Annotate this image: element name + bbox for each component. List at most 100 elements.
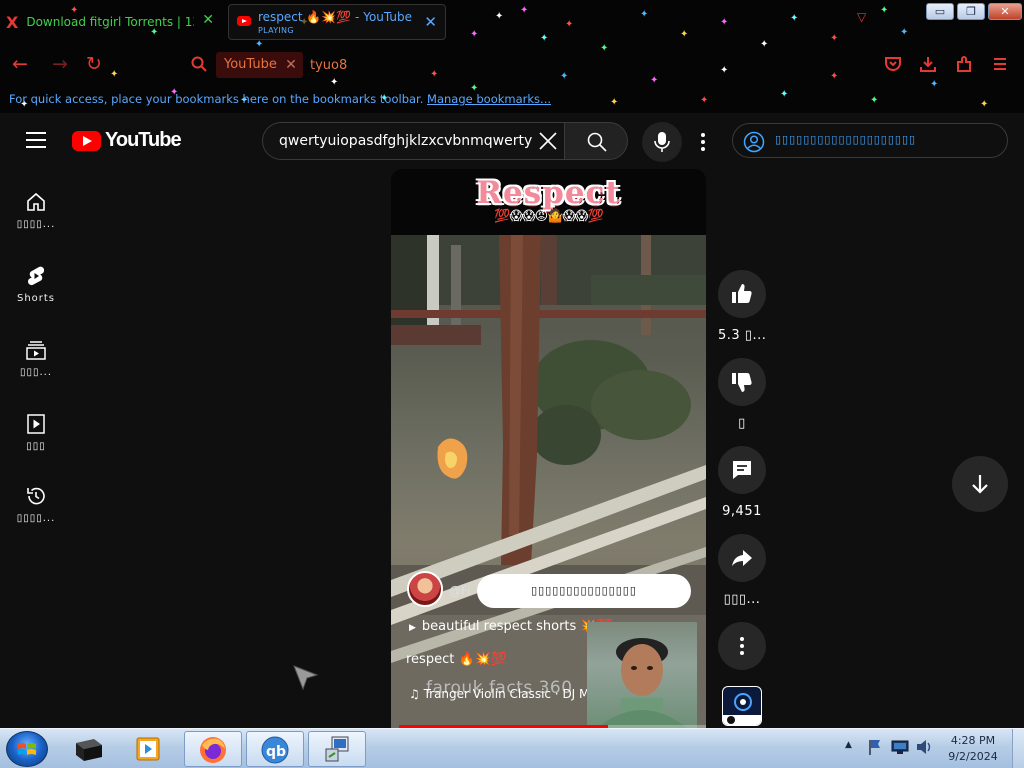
- arrow-down-icon: [972, 475, 988, 494]
- taskbar-network-app[interactable]: [308, 731, 366, 767]
- subscribe-button[interactable]: ▯▯▯▯▯▯▯▯▯▯▯▯▯▯▯: [477, 574, 691, 608]
- windows-logo-icon: [18, 743, 36, 755]
- sparkle-decoration: ✦: [720, 17, 729, 28]
- list-all-tabs-icon[interactable]: ▽: [857, 10, 866, 24]
- shorts-player[interactable]: Respect 💯😱😱😡🤷😱😱💯 @Fi ▯▯▯▯▯▯▯▯▯▯▯▯▯▯▯ ▶ b…: [391, 169, 706, 728]
- network-app-icon: [325, 736, 349, 762]
- menu-icon[interactable]: [991, 55, 1009, 73]
- home-icon: [27, 192, 45, 211]
- windows-taskbar: qb ▲ 4:28 PM 9/2/2024: [0, 728, 1024, 768]
- show-desktop-button[interactable]: [1012, 729, 1024, 768]
- taskbar-firefox[interactable]: [184, 731, 242, 767]
- comments-button[interactable]: 9,451: [718, 446, 766, 519]
- search-engine-label: YouTube: [224, 57, 277, 72]
- action-center-flag-icon[interactable]: [867, 738, 883, 756]
- search-engine-chip[interactable]: YouTube ✕: [216, 52, 303, 78]
- tab-fitgirl[interactable]: X Download fitgirl Torrents | 1337x ✕: [6, 8, 220, 36]
- downloads-icon[interactable]: [919, 55, 937, 73]
- sidebar-item-label: ▯▯▯▯...: [16, 513, 56, 524]
- sidebar-item-home[interactable]: ▯▯▯▯...: [0, 191, 72, 230]
- clear-search-icon[interactable]: [537, 130, 559, 152]
- guide-menu-button[interactable]: [26, 132, 46, 148]
- svg-text:qb: qb: [266, 744, 286, 760]
- 1337x-favicon-icon: X: [6, 12, 19, 32]
- share-button[interactable]: ▯▯▯...: [718, 534, 766, 607]
- sidebar-item-subscriptions[interactable]: ▯▯▯...: [0, 339, 72, 378]
- more-actions-button[interactable]: [718, 622, 766, 670]
- channel-handle[interactable]: @Fi: [449, 584, 470, 598]
- close-tab-icon[interactable]: ✕: [202, 12, 214, 28]
- system-clock[interactable]: 4:28 PM 9/2/2024: [946, 733, 1000, 765]
- show-hidden-icons-icon[interactable]: ▲: [845, 740, 852, 750]
- sparkle-decoration: ✦: [900, 27, 909, 38]
- bookmarks-toolbar: For quick access, place your bookmarks h…: [9, 92, 551, 106]
- next-short-button[interactable]: [952, 456, 1008, 512]
- video-description-link[interactable]: ▶ beautiful respect shorts 💥💯: [409, 619, 613, 634]
- sign-in-button[interactable]: ▯▯▯▯▯▯▯▯▯▯▯▯▯▯▯▯▯▯▯▯: [732, 123, 1008, 158]
- share-icon: [732, 550, 752, 566]
- qbittorrent-icon: qb: [261, 736, 289, 764]
- maximize-button[interactable]: ❐: [957, 3, 985, 20]
- search-input[interactable]: [279, 133, 533, 149]
- volume-icon[interactable]: [915, 738, 933, 756]
- pocket-icon[interactable]: [884, 55, 902, 73]
- voice-search-button[interactable]: [642, 122, 682, 162]
- settings-more-icon[interactable]: [694, 131, 712, 153]
- start-button[interactable]: [6, 731, 48, 767]
- close-tab-icon[interactable]: ✕: [424, 13, 437, 31]
- sidebar-item-you[interactable]: ▯▯▯: [0, 413, 72, 452]
- sidebar-item-label: ▯▯▯▯...: [16, 219, 56, 230]
- search-icon: [191, 56, 207, 72]
- sound-thumbnail[interactable]: [722, 686, 762, 726]
- history-icon: [27, 487, 45, 505]
- bookmarks-hint: For quick access, place your bookmarks h…: [9, 92, 424, 106]
- inset-video-thumbnail: [587, 622, 697, 728]
- clock-time: 4:28 PM: [950, 734, 996, 747]
- sparkle-decoration: ✦: [790, 13, 799, 24]
- sidebar-item-history[interactable]: ▯▯▯▯...: [0, 485, 72, 524]
- like-button[interactable]: 5.3 ▯...: [718, 270, 766, 343]
- sound-icon: [723, 693, 761, 725]
- like-count: 5.3 ▯...: [718, 328, 767, 343]
- comment-count: 9,451: [722, 504, 762, 519]
- taskbar-media-player[interactable]: [120, 731, 178, 767]
- shorts-icon: [27, 266, 45, 286]
- sparkle-decoration: ✦: [780, 89, 789, 100]
- video-caption[interactable]: respect 🔥💥💯: [406, 652, 507, 667]
- youtube-page: YouTube ▯▯▯▯▯▯▯▯▯▯▯▯▯▯▯▯▯▯▯▯: [0, 113, 1024, 728]
- sparkle-decoration: ✦: [880, 5, 889, 16]
- address-bar-input[interactable]: tyuo8: [310, 58, 347, 73]
- sparkle-decoration: ✦: [610, 97, 619, 108]
- remove-engine-icon[interactable]: ✕: [285, 52, 297, 78]
- music-note-icon: ♫: [409, 687, 424, 701]
- youtube-favicon-icon: [237, 16, 251, 26]
- network-icon[interactable]: [891, 739, 909, 755]
- share-label: ▯▯▯...: [723, 592, 761, 607]
- taskbar-media-center[interactable]: [60, 731, 118, 767]
- extensions-icon[interactable]: [955, 55, 973, 73]
- thumbs-down-icon: [732, 373, 752, 392]
- search-button[interactable]: [564, 122, 628, 160]
- mouse-cursor-icon: [293, 665, 319, 691]
- sidebar-item-shorts[interactable]: Shorts: [0, 265, 72, 304]
- close-window-button[interactable]: ✕: [988, 3, 1022, 20]
- minimize-button[interactable]: ▭: [926, 3, 954, 20]
- navigation-toolbar: ← → ↻ YouTube ✕ tyuo8: [0, 48, 1024, 82]
- taskbar-qbittorrent[interactable]: qb: [246, 731, 304, 767]
- play-triangle-icon: ▶: [409, 623, 416, 633]
- more-vertical-icon: [740, 637, 744, 655]
- dislike-button[interactable]: ▯: [718, 358, 766, 431]
- tab-youtube[interactable]: respect 🔥💥💯 - YouTube PLAYING ✕: [228, 4, 446, 40]
- sidebar-item-label: ▯▯▯...: [19, 367, 53, 378]
- back-button[interactable]: ←: [12, 54, 28, 74]
- reload-button[interactable]: ↻: [86, 54, 102, 74]
- sparkle-decoration: ✦: [870, 95, 879, 106]
- youtube-logo[interactable]: YouTube: [72, 129, 182, 152]
- forward-button[interactable]: →: [52, 54, 68, 74]
- description-text: beautiful respect shorts 💥💯: [421, 619, 613, 634]
- channel-avatar[interactable]: [407, 571, 443, 607]
- dislike-label: ▯: [738, 416, 746, 431]
- tab-title: Download fitgirl Torrents | 1337x: [26, 15, 194, 29]
- sidebar-item-label: ▯▯▯: [26, 441, 46, 452]
- manage-bookmarks-link[interactable]: Manage bookmarks...: [427, 92, 551, 106]
